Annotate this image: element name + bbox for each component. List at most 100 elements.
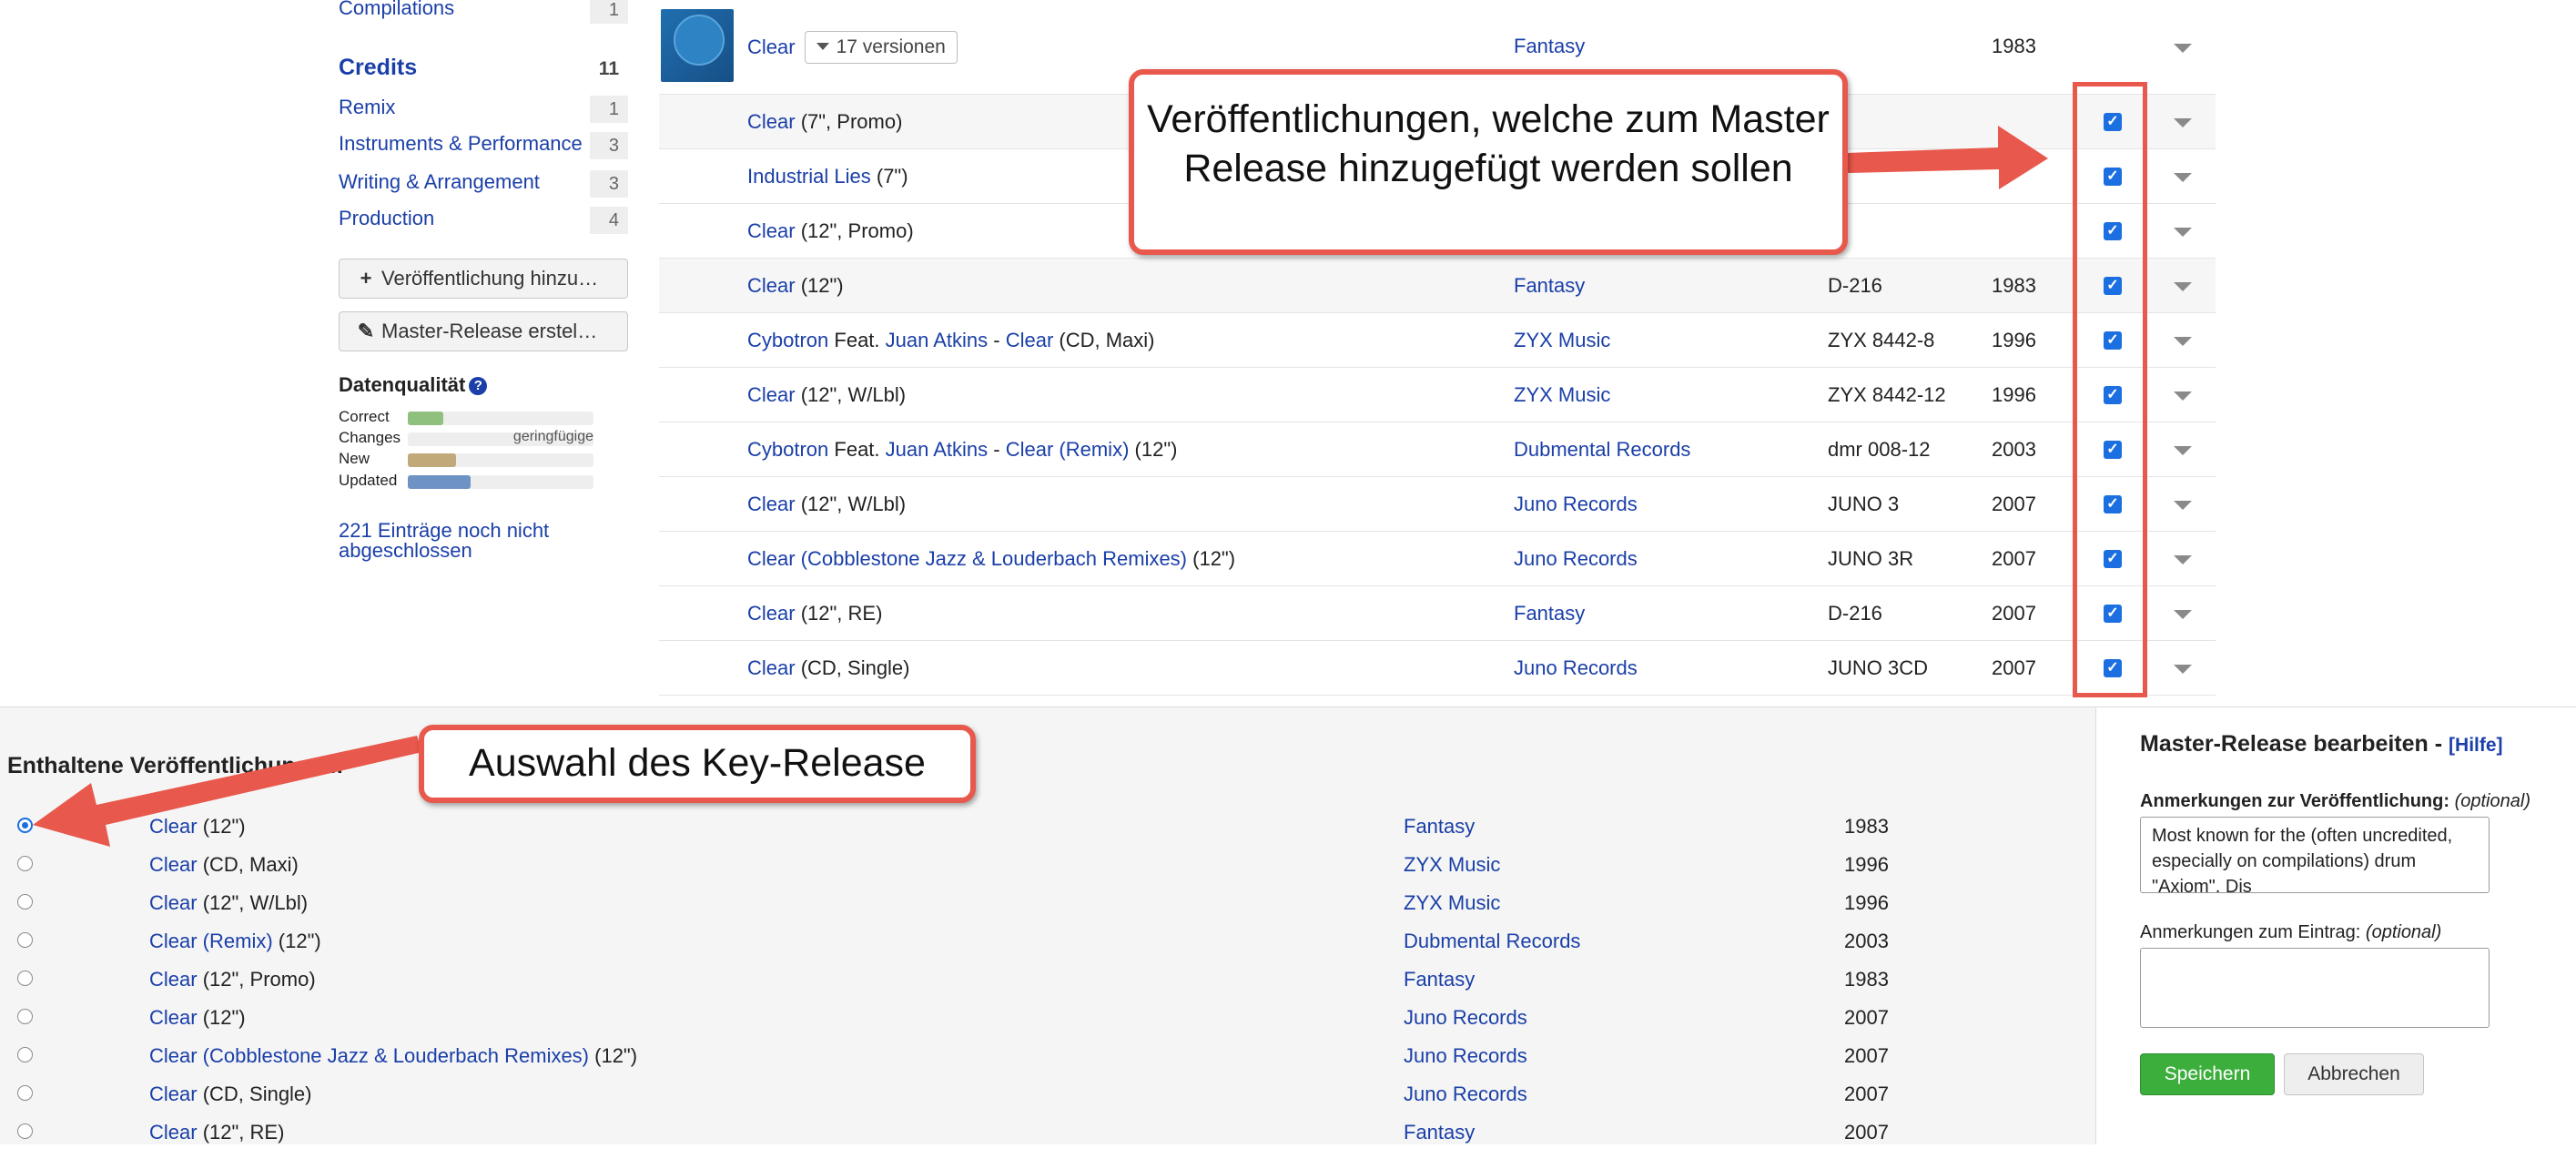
included-release-row[interactable]: Clear (CD, Single) Juno Records 2007	[0, 1083, 2094, 1121]
chevron-down-icon[interactable]	[2174, 228, 2192, 237]
version-link[interactable]: Juan Atkins	[886, 438, 989, 461]
pending-entries-link[interactable]: 221 Einträge noch nicht abgeschlossen	[339, 521, 630, 561]
sidebar-item-instruments[interactable]: Instruments & Performance 3	[337, 132, 628, 163]
sidebar-item-label[interactable]: Production	[339, 207, 434, 230]
chevron-down-icon[interactable]	[2174, 446, 2192, 455]
version-row[interactable]: Clear (12", W/Lbl) ZYX Music ZYX 8442-12 19…	[659, 368, 2216, 422]
key-release-radio[interactable]	[17, 932, 33, 948]
version-link[interactable]: Juan Atkins	[886, 329, 989, 351]
version-row[interactable]: Clear (12") Fantasy D-216 1983 ✓	[659, 259, 2216, 313]
chevron-down-icon[interactable]	[2174, 44, 2192, 53]
included-label-link[interactable]: Fantasy	[1404, 815, 1475, 839]
version-row[interactable]: Clear (Cobblestone Jazz & Louderbach Rem…	[659, 532, 2216, 586]
release-notes-textarea[interactable]: Most known for the (often uncredited, es…	[2140, 817, 2490, 893]
version-label-link[interactable]: ZYX Music	[1514, 329, 1610, 352]
included-link[interactable]: Clear	[149, 1006, 198, 1029]
create-master-button[interactable]: ✎ Master-Release erstel…	[339, 311, 628, 351]
version-link[interactable]: Clear	[747, 493, 796, 515]
key-release-radio[interactable]	[17, 1123, 33, 1139]
version-label-link[interactable]: Fantasy	[1514, 274, 1585, 298]
version-row[interactable]: Clear (12", RE) Fantasy D-216 2007 ✓	[659, 586, 2216, 641]
version-row[interactable]: Clear (12", W/Lbl) Juno Records JUNO 3 2007…	[659, 477, 2216, 532]
version-link[interactable]: Clear	[747, 602, 796, 625]
version-row[interactable]: Cybotron Feat. Juan Atkins - Clear (CD, …	[659, 313, 2216, 368]
chevron-down-icon[interactable]	[2174, 337, 2192, 346]
version-link[interactable]: Clear	[747, 274, 796, 297]
version-link[interactable]: Clear (Cobblestone Jazz & Louderbach Rem…	[747, 547, 1187, 570]
version-label-link[interactable]: Dubmental Records	[1514, 438, 1690, 462]
version-label-link[interactable]: Juno Records	[1514, 656, 1638, 680]
included-link[interactable]: Clear	[149, 891, 198, 914]
sidebar-item-label[interactable]: Remix	[339, 96, 395, 119]
cover-thumbnail[interactable]	[661, 9, 734, 82]
version-link[interactable]: Clear	[747, 383, 796, 406]
save-button[interactable]: Speichern	[2140, 1053, 2275, 1095]
sidebar-item-production[interactable]: Production 4	[337, 207, 628, 238]
key-release-radio[interactable]	[17, 1085, 33, 1101]
version-link[interactable]: Clear	[747, 219, 796, 242]
included-release-row[interactable]: Clear (12", Promo) Fantasy 1983	[0, 968, 2094, 1006]
cancel-button[interactable]: Abbrechen	[2284, 1053, 2424, 1095]
included-link[interactable]: Clear	[149, 1121, 198, 1144]
sidebar-item-label[interactable]: Writing & Arrangement	[339, 170, 540, 194]
credits-heading[interactable]: Credits	[339, 55, 417, 81]
included-link[interactable]: Clear (Cobblestone Jazz & Louderbach Rem…	[149, 1044, 589, 1067]
version-link[interactable]: Clear	[747, 656, 796, 679]
sidebar-item-label[interactable]: Instruments & Performance	[339, 132, 583, 156]
chevron-down-icon[interactable]	[2174, 501, 2192, 510]
master-label-link[interactable]: Fantasy	[1514, 35, 1585, 58]
included-link[interactable]: Clear (Remix)	[149, 930, 273, 952]
version-link[interactable]: Clear (Remix)	[1006, 438, 1130, 461]
included-link[interactable]: Clear	[149, 815, 198, 838]
key-release-radio[interactable]	[17, 856, 33, 871]
version-link[interactable]: Clear	[1006, 329, 1054, 351]
included-link[interactable]: Clear	[149, 853, 198, 876]
sidebar-item-remix[interactable]: Remix 1	[337, 96, 628, 127]
included-release-row[interactable]: Clear (12") Fantasy 1983	[0, 815, 2094, 853]
included-link[interactable]: Clear	[149, 1083, 198, 1105]
master-title-link[interactable]: Clear	[747, 36, 796, 58]
included-label-link[interactable]: ZYX Music	[1404, 891, 1500, 915]
version-link[interactable]: Industrial Lies	[747, 165, 871, 188]
version-label-link[interactable]: ZYX Music	[1514, 383, 1610, 407]
included-label-link[interactable]: Juno Records	[1404, 1044, 1527, 1068]
chevron-down-icon[interactable]	[2174, 610, 2192, 619]
key-release-radio[interactable]	[17, 894, 33, 910]
version-label-link[interactable]: Juno Records	[1514, 493, 1638, 516]
key-release-radio[interactable]	[17, 1009, 33, 1024]
included-label-link[interactable]: ZYX Music	[1404, 853, 1500, 877]
included-release-row[interactable]: Clear (12", W/Lbl) ZYX Music 1996	[0, 891, 2094, 930]
chevron-down-icon[interactable]	[2174, 665, 2192, 674]
entry-notes-textarea[interactable]	[2140, 948, 2490, 1028]
included-label-link[interactable]: Fantasy	[1404, 1121, 1475, 1144]
key-release-radio[interactable]	[17, 1047, 33, 1062]
included-release-row[interactable]: Clear (Remix) (12") Dubmental Records 2003	[0, 930, 2094, 968]
included-label-link[interactable]: Fantasy	[1404, 968, 1475, 991]
included-link[interactable]: Clear	[149, 968, 198, 991]
included-label-link[interactable]: Dubmental Records	[1404, 930, 1580, 953]
versions-dropdown-button[interactable]: 17 versionen	[804, 31, 958, 64]
key-release-radio[interactable]	[17, 818, 33, 833]
chevron-down-icon[interactable]	[2174, 282, 2192, 291]
version-link[interactable]: Cybotron	[747, 329, 828, 351]
sidebar-item-label[interactable]: Compilations	[339, 0, 454, 20]
included-label-link[interactable]: Juno Records	[1404, 1083, 1527, 1106]
sidebar-item-compilations[interactable]: Compilations 1	[337, 0, 628, 27]
version-label-link[interactable]: Juno Records	[1514, 547, 1638, 571]
add-release-button[interactable]: + Veröffentlichung hinzu…	[339, 259, 628, 299]
chevron-down-icon[interactable]	[2174, 555, 2192, 564]
chevron-down-icon[interactable]	[2174, 118, 2192, 127]
included-release-row[interactable]: Clear (Cobblestone Jazz & Louderbach Rem…	[0, 1044, 2094, 1083]
help-icon[interactable]: ?	[469, 377, 488, 395]
included-release-row[interactable]: Clear (12") Juno Records 2007	[0, 1006, 2094, 1044]
chevron-down-icon[interactable]	[2174, 173, 2192, 182]
version-label-link[interactable]: Fantasy	[1514, 602, 1585, 625]
included-release-row[interactable]: Clear (12", RE) Fantasy 2007	[0, 1121, 2094, 1159]
sidebar-item-writing[interactable]: Writing & Arrangement 3	[337, 170, 628, 201]
version-row[interactable]: Clear (CD, Single) Juno Records JUNO 3CD 20…	[659, 641, 2216, 696]
version-link[interactable]: Clear	[747, 110, 796, 133]
chevron-down-icon[interactable]	[2174, 391, 2192, 401]
version-row[interactable]: Cybotron Feat. Juan Atkins - Clear (Remi…	[659, 422, 2216, 477]
version-link[interactable]: Cybotron	[747, 438, 828, 461]
key-release-radio[interactable]	[17, 971, 33, 986]
